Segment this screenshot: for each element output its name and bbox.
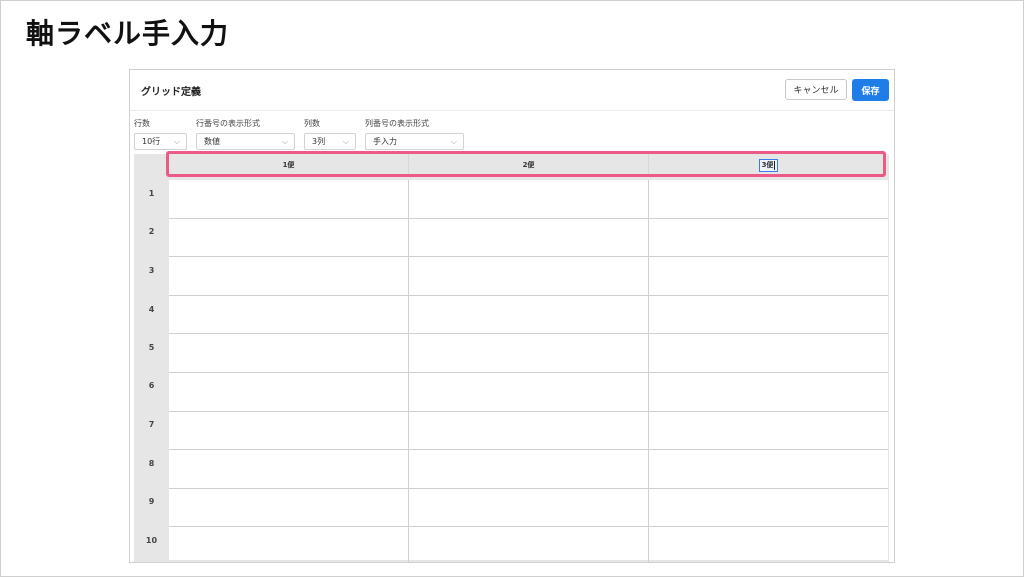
col-format-select[interactable]: 手入力 ⌵ [365,133,464,150]
grid-cell[interactable] [649,257,888,296]
grid-cell[interactable] [649,450,888,489]
row-number: 10 [145,536,158,545]
row-number: 3 [148,266,155,275]
grid-cell[interactable] [169,412,409,450]
col-format-select-value: 手入力 [373,137,397,146]
chevron-down-icon: ⌵ [173,137,180,146]
col-format-label: 列番号の表示形式 [365,119,429,128]
grid-cell[interactable] [409,412,649,450]
row-format-select-value: 数値 [204,137,220,146]
rows-select[interactable]: 10行 ⌵ [134,133,187,150]
cols-label: 列数 [304,119,320,128]
column-header-row: 1便 2便 3便 [169,154,889,176]
chevron-down-icon: ⌵ [342,137,349,146]
grid-cell[interactable] [169,489,409,527]
row-number: 7 [148,420,155,429]
row-number: 9 [148,497,155,506]
chevron-down-icon: ⌵ [450,137,457,146]
text-cursor [774,160,776,170]
grid-cell[interactable] [169,527,409,562]
row-format-select[interactable]: 数値 ⌵ [196,133,295,150]
grid-definition-dialog: グリッド定義 キャンセル 保存 行数 10行 ⌵ 行番号の表示形式 数値 ⌵ 列… [129,69,895,563]
column-header-2[interactable]: 2便 [409,154,649,176]
grid-cell[interactable] [649,527,888,562]
slide-title: 軸ラベル手入力 [26,17,230,50]
column-header-label: 2便 [522,161,535,169]
grid-cell[interactable] [409,373,649,412]
row-number: 1 [148,189,155,198]
grid-area: 1便 2便 3便 1 2 3 4 5 6 7 8 9 10 [134,154,889,562]
grid-cell[interactable] [409,489,649,527]
column-header-label: 3便 [761,161,774,169]
grid-cell[interactable] [169,296,409,334]
grid-cell[interactable] [649,219,888,257]
column-header-1[interactable]: 1便 [169,154,409,176]
grid-cell[interactable] [649,412,888,450]
grid-cell[interactable] [169,219,409,257]
grid-cell[interactable] [169,450,409,489]
column-header-label: 1便 [282,161,295,169]
grid-cell[interactable] [409,219,649,257]
grid-cell[interactable] [409,180,649,219]
grid-cell[interactable] [169,257,409,296]
save-button[interactable]: 保存 [852,79,889,101]
row-number: 2 [148,227,155,236]
grid-cell[interactable] [409,527,649,562]
grid-cell[interactable] [169,373,409,412]
row-number: 4 [148,305,155,314]
grid-cell[interactable] [649,334,888,373]
grid-cell[interactable] [409,450,649,489]
cancel-button[interactable]: キャンセル [785,79,847,100]
chevron-down-icon: ⌵ [281,137,288,146]
grid-cell[interactable] [409,296,649,334]
grid-cell[interactable] [649,180,888,219]
grid-cell[interactable] [649,373,888,412]
cols-select[interactable]: 3列 ⌵ [304,133,356,150]
grid-cells [169,180,888,562]
dialog-header: グリッド定義 キャンセル 保存 [130,70,894,111]
grid-cell[interactable] [169,180,409,219]
grid-cell[interactable] [409,334,649,373]
cols-select-value: 3列 [312,137,326,146]
rows-select-value: 10行 [142,137,161,146]
row-number: 5 [148,343,155,352]
column-header-edit-field[interactable]: 3便 [758,159,779,172]
grid-cell[interactable] [169,334,409,373]
dialog-title: グリッド定義 [141,87,201,98]
grid-cell[interactable] [649,296,888,334]
row-number: 6 [148,381,155,390]
rows-label: 行数 [134,119,150,128]
grid-cell[interactable] [409,257,649,296]
grid-cell[interactable] [649,489,888,527]
row-number: 8 [148,459,155,468]
row-format-label: 行番号の表示形式 [196,119,260,128]
column-header-3[interactable]: 3便 [649,154,888,176]
